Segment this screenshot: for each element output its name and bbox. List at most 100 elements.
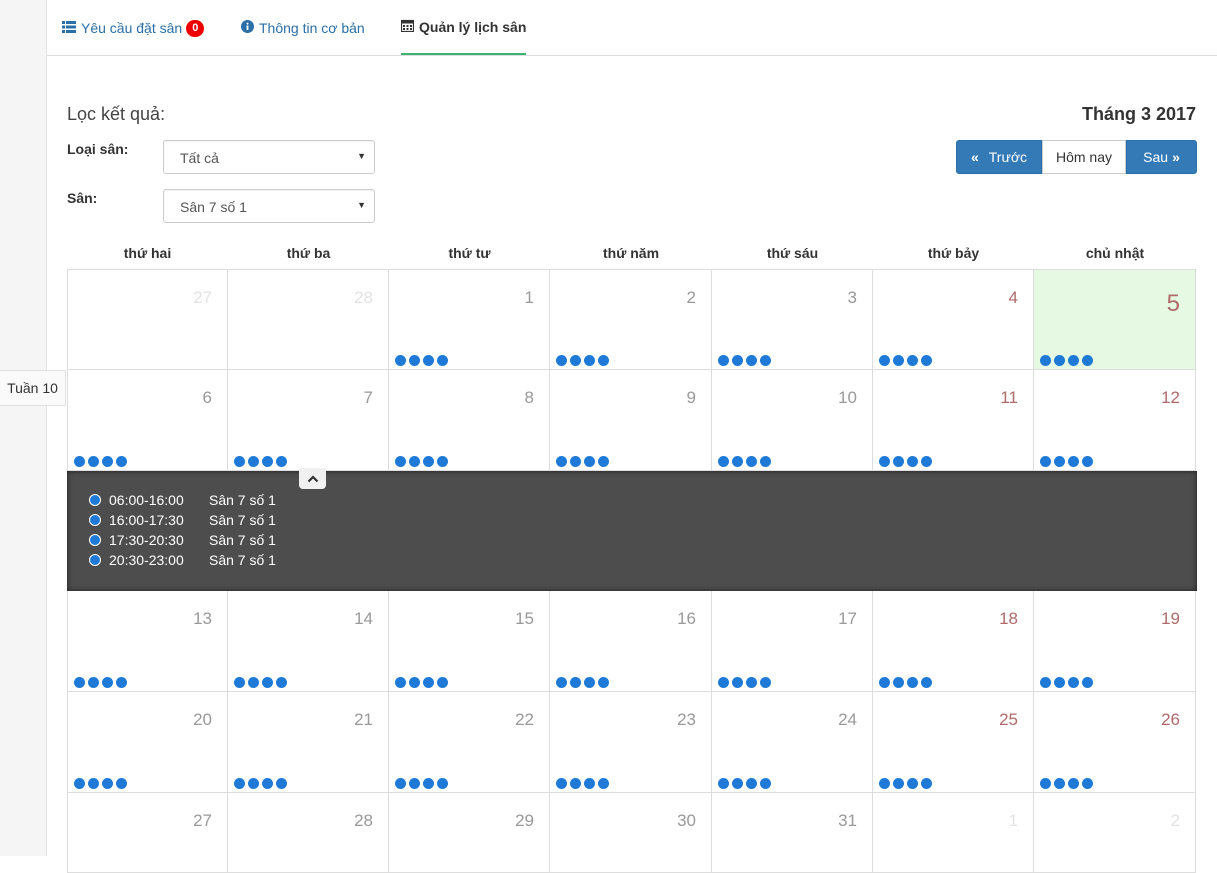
booking-dot: [409, 778, 420, 789]
booking-dot: [718, 778, 729, 789]
booking-indicators: [1040, 778, 1096, 789]
tab-basic-info[interactable]: Thông tin cơ bản: [241, 0, 365, 56]
day-number: 27: [193, 288, 212, 307]
booking-indicators: [718, 778, 774, 789]
booking-dot: [395, 778, 406, 789]
day-cell[interactable]: 28: [228, 269, 389, 370]
booking-dot: [760, 355, 771, 366]
booking-dot: [893, 456, 904, 467]
tab-schedule-management[interactable]: Quản lý lịch sân: [400, 0, 527, 55]
booking-indicators: [718, 456, 774, 467]
booking-dot: [907, 778, 918, 789]
day-cell[interactable]: 28: [228, 793, 389, 873]
day-number: 2: [686, 288, 696, 307]
day-number: 8: [524, 388, 534, 407]
day-cell[interactable]: 14: [228, 591, 389, 692]
day-cell[interactable]: 20: [67, 692, 228, 793]
booking-slot[interactable]: 16:00-17:30 Sân 7 số 1: [89, 510, 276, 530]
day-cell[interactable]: 3: [712, 269, 873, 370]
day-cell[interactable]: 1: [389, 269, 550, 370]
day-cell[interactable]: 19: [1034, 591, 1196, 692]
day-cell[interactable]: 2: [550, 269, 712, 370]
day-cell[interactable]: 21: [228, 692, 389, 793]
booking-slot[interactable]: 06:00-16:00 Sân 7 số 1: [89, 490, 276, 510]
week-label: Tuần 10: [0, 370, 66, 406]
day-cell[interactable]: 4: [873, 269, 1034, 370]
booking-dot: [88, 677, 99, 688]
slot-time: 17:30-20:30: [109, 532, 184, 548]
day-cell[interactable]: 10: [712, 370, 873, 471]
day-number: 16: [677, 609, 696, 628]
day-cell[interactable]: 15: [389, 591, 550, 692]
field-select[interactable]: Sân 7 số 1 ▼: [163, 189, 375, 223]
booking-dot: [395, 677, 406, 688]
today-button[interactable]: Hôm nay: [1042, 140, 1126, 174]
day-cell[interactable]: 7: [228, 370, 389, 471]
booking-slot[interactable]: 17:30-20:30 Sân 7 số 1: [89, 530, 276, 550]
booking-dot: [1054, 456, 1065, 467]
day-number: 23: [677, 710, 696, 729]
day-number: 24: [838, 710, 857, 729]
booking-dot: [718, 355, 729, 366]
day-cell[interactable]: 27: [67, 793, 228, 873]
booking-indicators: [1040, 677, 1096, 688]
day-cell[interactable]: 2: [1034, 793, 1196, 873]
day-cell[interactable]: 18: [873, 591, 1034, 692]
day-number: 17: [838, 609, 857, 628]
booking-dot: [88, 456, 99, 467]
booking-dot: [1040, 456, 1051, 467]
collapse-button[interactable]: [299, 468, 326, 489]
day-number: 22: [515, 710, 534, 729]
prev-label: Trước: [988, 149, 1028, 165]
booking-indicators: [1040, 456, 1096, 467]
day-cell[interactable]: 31: [712, 793, 873, 873]
day-cell[interactable]: 24: [712, 692, 873, 793]
day-cell[interactable]: 17: [712, 591, 873, 692]
next-month-button[interactable]: Sau »: [1126, 140, 1197, 174]
booking-dot: [74, 778, 85, 789]
day-cell[interactable]: 29: [389, 793, 550, 873]
weekday-header: chủ nhật: [1085, 244, 1145, 261]
day-cell[interactable]: 1: [873, 793, 1034, 873]
booking-dot: [409, 456, 420, 467]
day-cell[interactable]: 26: [1034, 692, 1196, 793]
month-title: Tháng 3 2017: [1081, 104, 1196, 124]
day-cell[interactable]: 11: [873, 370, 1034, 471]
day-cell[interactable]: 25: [873, 692, 1034, 793]
day-number: 6: [202, 388, 212, 407]
calendar-nav: « Trước Hôm nay Sau »: [956, 140, 1197, 174]
booking-dot: [262, 456, 273, 467]
booking-dot: [584, 677, 595, 688]
booking-dot: [88, 778, 99, 789]
day-cell[interactable]: 27: [67, 269, 228, 370]
booking-dot: [598, 355, 609, 366]
day-cell[interactable]: 5: [1034, 269, 1196, 370]
booking-dot: [584, 778, 595, 789]
select-value: Sân 7 số 1: [180, 199, 247, 215]
tab-booking-requests[interactable]: Yêu cầu đặt sân 0: [62, 0, 205, 56]
booking-dot: [879, 778, 890, 789]
day-cell[interactable]: 16: [550, 591, 712, 692]
day-cell[interactable]: 12: [1034, 370, 1196, 471]
booking-dot: [1082, 355, 1093, 366]
day-cell[interactable]: 9: [550, 370, 712, 471]
booking-dot: [921, 677, 932, 688]
booking-indicators: [234, 677, 290, 688]
day-cell[interactable]: 22: [389, 692, 550, 793]
day-cell[interactable]: 8: [389, 370, 550, 471]
day-cell[interactable]: 30: [550, 793, 712, 873]
day-cell[interactable]: 13: [67, 591, 228, 692]
booking-dot: [409, 677, 420, 688]
booking-indicators: [1040, 355, 1096, 366]
slot-field: Sân 7 số 1: [209, 532, 276, 548]
booking-dot: [1054, 355, 1065, 366]
booking-dot: [423, 677, 434, 688]
field-type-select[interactable]: Tất cả ▼: [163, 140, 375, 174]
weekday-header: thứ sáu: [766, 244, 819, 261]
booking-dot: [879, 677, 890, 688]
day-cell[interactable]: 6: [67, 370, 228, 471]
day-cell[interactable]: 23: [550, 692, 712, 793]
booking-slot[interactable]: 20:30-23:00 Sân 7 số 1: [89, 550, 276, 570]
prev-month-button[interactable]: « Trước: [956, 140, 1042, 174]
booking-dot: [423, 355, 434, 366]
